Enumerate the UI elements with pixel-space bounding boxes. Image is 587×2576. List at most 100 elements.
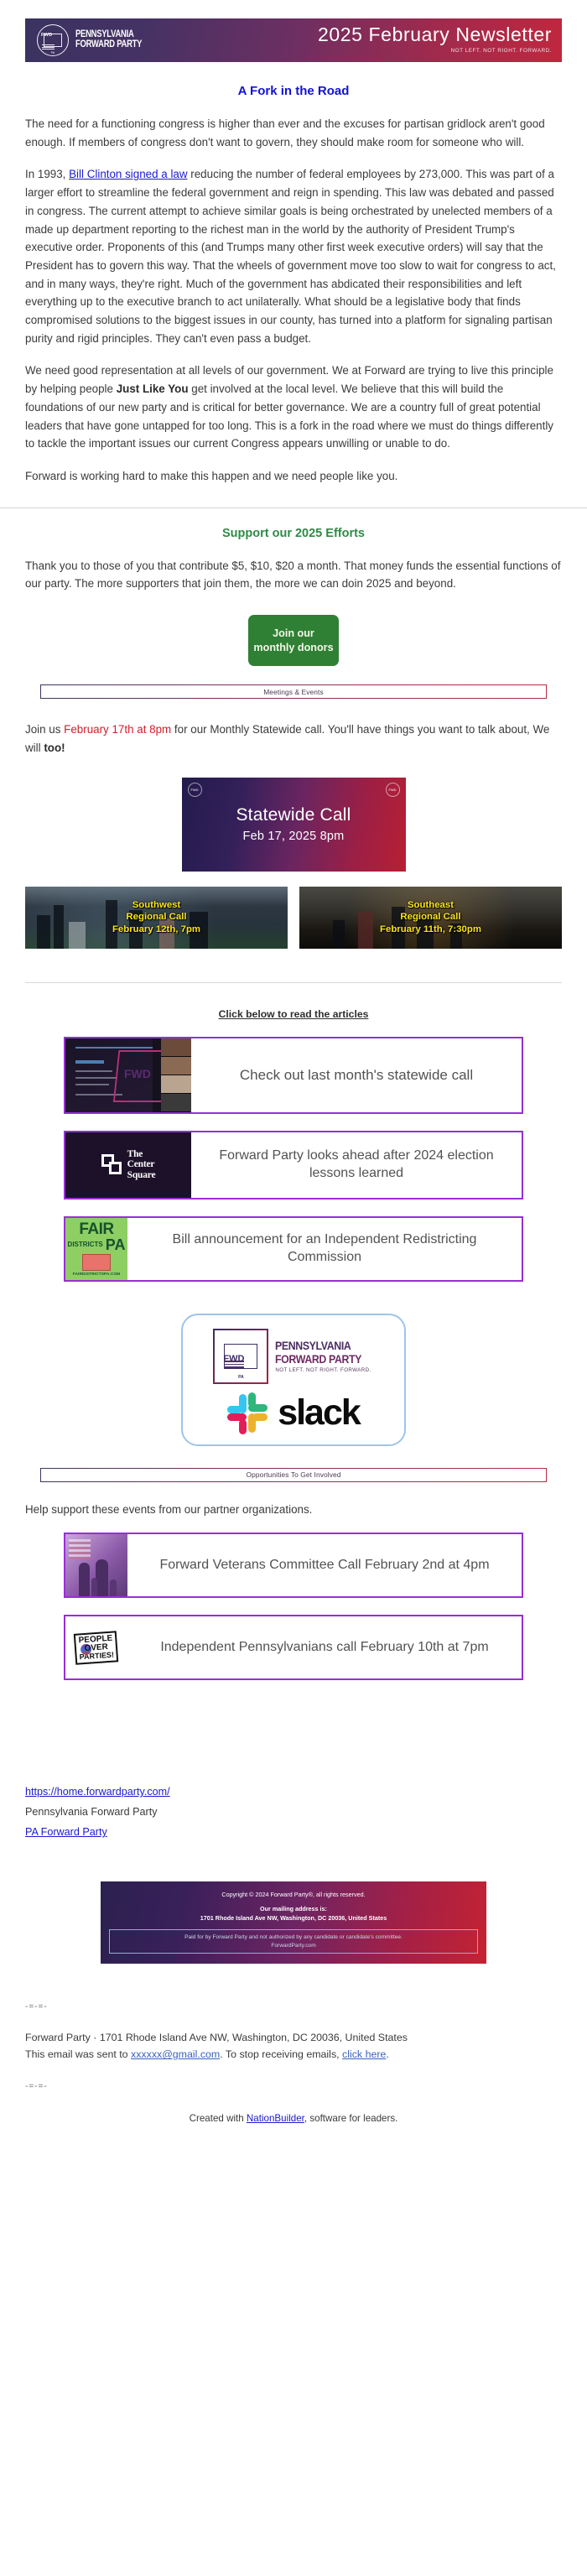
fair-districts-lockup: FAIR DISTRICTS PA FAIRDISTRICTSPA.COM xyxy=(68,1221,126,1277)
article-card-2-label: Forward Party looks ahead after 2024 ele… xyxy=(219,1147,494,1180)
paragraph-1: The need for a functioning congress is h… xyxy=(25,117,545,148)
masthead-banner: FWD PA PENNSYLVANIA FORWARD PARTY 2025 F… xyxy=(25,18,562,62)
pop-over-text: OVER xyxy=(84,1642,109,1653)
footer-org-name: Pennsylvania Forward Party xyxy=(25,1806,158,1819)
seal-bars-icon xyxy=(42,44,55,49)
seal-pa-label: PA xyxy=(238,1374,244,1380)
seal-pa-label: PA xyxy=(50,51,55,55)
people-over-parties-logo-icon: PEOPLE OVER PARTIES! xyxy=(65,1616,127,1679)
legal-end: . xyxy=(386,2048,389,2061)
just-like-you-emphasis: Just Like You xyxy=(116,382,189,396)
intro-too-emphasis: too! xyxy=(44,741,65,754)
adult-silhouette-shape xyxy=(96,1559,108,1597)
fd-row: DISTRICTS PA xyxy=(67,1236,126,1253)
statewide-call-card[interactable]: FWD FWD Statewide Call Feb 17, 2025 8pm xyxy=(181,777,406,872)
masthead-logo: FWD PA PENNSYLVANIA FORWARD PARTY xyxy=(37,24,157,56)
support-heading: Support our 2025 Efforts xyxy=(222,526,365,540)
participant-tiles xyxy=(161,1038,191,1112)
screenshot-line xyxy=(75,1046,153,1049)
fwd-watermark-text: FWD xyxy=(124,1066,151,1080)
article-card-center-square[interactable]: The Center Square Forward Party looks ah… xyxy=(64,1130,523,1200)
fwd-monogram: FWD xyxy=(41,33,53,38)
fd-pa-text: PA xyxy=(105,1236,126,1253)
building-shape xyxy=(54,904,64,949)
divider-2 xyxy=(25,981,562,983)
legal-block: Forward Party · 1701 Rhode Island Ave NW… xyxy=(25,2030,562,2063)
flag-stripes-shape xyxy=(69,1539,91,1560)
support-paragraph: Thank you to those of you that contribut… xyxy=(25,559,561,591)
footer-org-link-row: PA Forward Party xyxy=(25,1826,562,1838)
veterans-silhouette-image-icon xyxy=(65,1534,127,1597)
southwest-regional-call-card[interactable]: Southwest Regional Call February 12th, 7… xyxy=(25,886,288,949)
mailing-label: Our mailing address is: xyxy=(260,1905,327,1913)
created-pre: Created with xyxy=(189,2113,247,2125)
slack-logo-icon xyxy=(227,1392,269,1434)
statewide-call-title: Statewide Call xyxy=(236,805,351,825)
home-forwardparty-link[interactable]: https://home.forwardparty.com/ xyxy=(25,1786,170,1798)
southeast-line-2: Regional Call xyxy=(400,912,461,923)
masthead-tagline: NOT LEFT. NOT RIGHT. FORWARD. xyxy=(450,48,552,54)
paragraph-2: In 1993, Bill Clinton signed a law reduc… xyxy=(25,165,562,347)
screenshot-line xyxy=(75,1076,117,1079)
copyright-band: Copyright © 2024 Forward Party®, all rig… xyxy=(101,1881,486,1965)
copyright-text: Copyright © 2024 Forward Party®, all rig… xyxy=(221,1891,366,1899)
meetings-intro: Join us February 17th at 8pm for our Mon… xyxy=(25,721,562,757)
slack-invite-card[interactable]: FWD PA PENNSYLVANIA FORWARD PARTY NOT LE… xyxy=(181,1313,406,1446)
pop-stamp: PEOPLE OVER PARTIES! xyxy=(74,1631,119,1665)
meetings-intro-block: Join us February 17th at 8pm for our Mon… xyxy=(25,721,562,757)
paragraph-3: We need good representation at all level… xyxy=(25,362,562,453)
opportunities-intro: Help support these events from our partn… xyxy=(25,1502,313,1516)
donate-button-row: Join our monthly donors xyxy=(0,615,587,667)
meetings-events-bar: Meetings & Events xyxy=(40,684,547,700)
mailing-address: 1701 Rhode Island Ave NW, Washington, DC… xyxy=(200,1914,387,1923)
southeast-regional-call-card[interactable]: Southeast Regional Call February 11th, 7… xyxy=(299,886,562,949)
articles-section-title: Click below to read the articles xyxy=(218,1007,369,1020)
org-line-2: FORWARD PARTY xyxy=(75,39,143,49)
unsubscribe-link[interactable]: click here xyxy=(342,2048,386,2060)
screenshot-line xyxy=(75,1083,109,1085)
pa-forward-seal-large-icon: FWD PA xyxy=(213,1328,269,1384)
pennsylvania-districts-map-icon xyxy=(82,1253,111,1271)
center-square-mark-icon xyxy=(101,1153,123,1176)
newsletter-page: FWD PA PENNSYLVANIA FORWARD PARTY 2025 F… xyxy=(0,0,587,2124)
cs-line-3: Square xyxy=(127,1169,156,1180)
bill-clinton-law-link[interactable]: Bill Clinton signed a law xyxy=(69,168,187,180)
article-card-fair-districts[interactable]: FAIR DISTRICTS PA FAIRDISTRICTSPA.COM Bi… xyxy=(64,1215,523,1282)
footer-links: https://home.forwardparty.com/ Pennsylva… xyxy=(25,1781,562,1838)
pa-forward-party-link[interactable]: PA Forward Party xyxy=(25,1826,107,1838)
recipient-email-link[interactable]: xxxxxx@gmail.com xyxy=(131,2048,220,2060)
fair-districts-pa-logo-icon: FAIR DISTRICTS PA FAIRDISTRICTSPA.COM xyxy=(65,1217,127,1280)
cs-line-1: The xyxy=(127,1149,143,1160)
meetings-events-label: Meetings & Events xyxy=(263,687,324,696)
fd-districts-text: DISTRICTS xyxy=(67,1240,103,1248)
page-title: A Fork in the Road xyxy=(237,84,350,98)
cs-line-2: Center xyxy=(127,1159,155,1170)
nationbuilder-link[interactable]: NationBuilder xyxy=(247,2113,304,2124)
southwest-line-2: Regional Call xyxy=(126,912,187,923)
join-monthly-donors-button[interactable]: Join our monthly donors xyxy=(248,615,339,667)
site-url-row: https://home.forwardparty.com/ xyxy=(25,1786,562,1798)
slack-org-line-2: FORWARD PARTY xyxy=(275,1352,362,1366)
disclaimer-line-2: ForwardParty.com xyxy=(271,1943,316,1949)
fwd-badge-left-icon: FWD xyxy=(187,782,202,797)
intro-pre: Join us xyxy=(25,723,65,736)
building-shape xyxy=(37,914,50,949)
opportunity-card-independent-pa[interactable]: PEOPLE OVER PARTIES! Independent Pennsyl… xyxy=(64,1615,523,1681)
opportunities-label: Opportunities To Get Involved xyxy=(246,1470,341,1480)
building-shape xyxy=(69,921,86,949)
center-square-wordmark: The Center Square xyxy=(127,1149,156,1180)
opportunity-card-veterans[interactable]: Forward Veterans Committee Call February… xyxy=(64,1533,523,1599)
screenshot-line xyxy=(75,1059,104,1064)
legal-mid: . To stop receiving emails, xyxy=(220,2048,343,2061)
southeast-line-1: Southeast xyxy=(407,899,455,910)
regional-calls-row: Southwest Regional Call February 12th, 7… xyxy=(25,886,562,949)
disclaimer-line-1: Paid for by Forward Party and not author… xyxy=(184,1934,403,1941)
unsubscribe-line: This email was sent to xxxxxx@gmail.com.… xyxy=(25,2047,562,2063)
child-silhouette-shape xyxy=(110,1579,117,1597)
article-card-statewide-call[interactable]: FWD Check out last month's statewide cal… xyxy=(64,1036,523,1114)
support-section: Support our 2025 Efforts Thank you to th… xyxy=(25,527,562,593)
opportunities-bar: Opportunities To Get Involved xyxy=(40,1467,547,1482)
created-post: , software for leaders. xyxy=(304,2113,398,2125)
screenshot-line xyxy=(75,1069,112,1072)
statewide-call-date: February 17th at 8pm xyxy=(64,723,172,736)
